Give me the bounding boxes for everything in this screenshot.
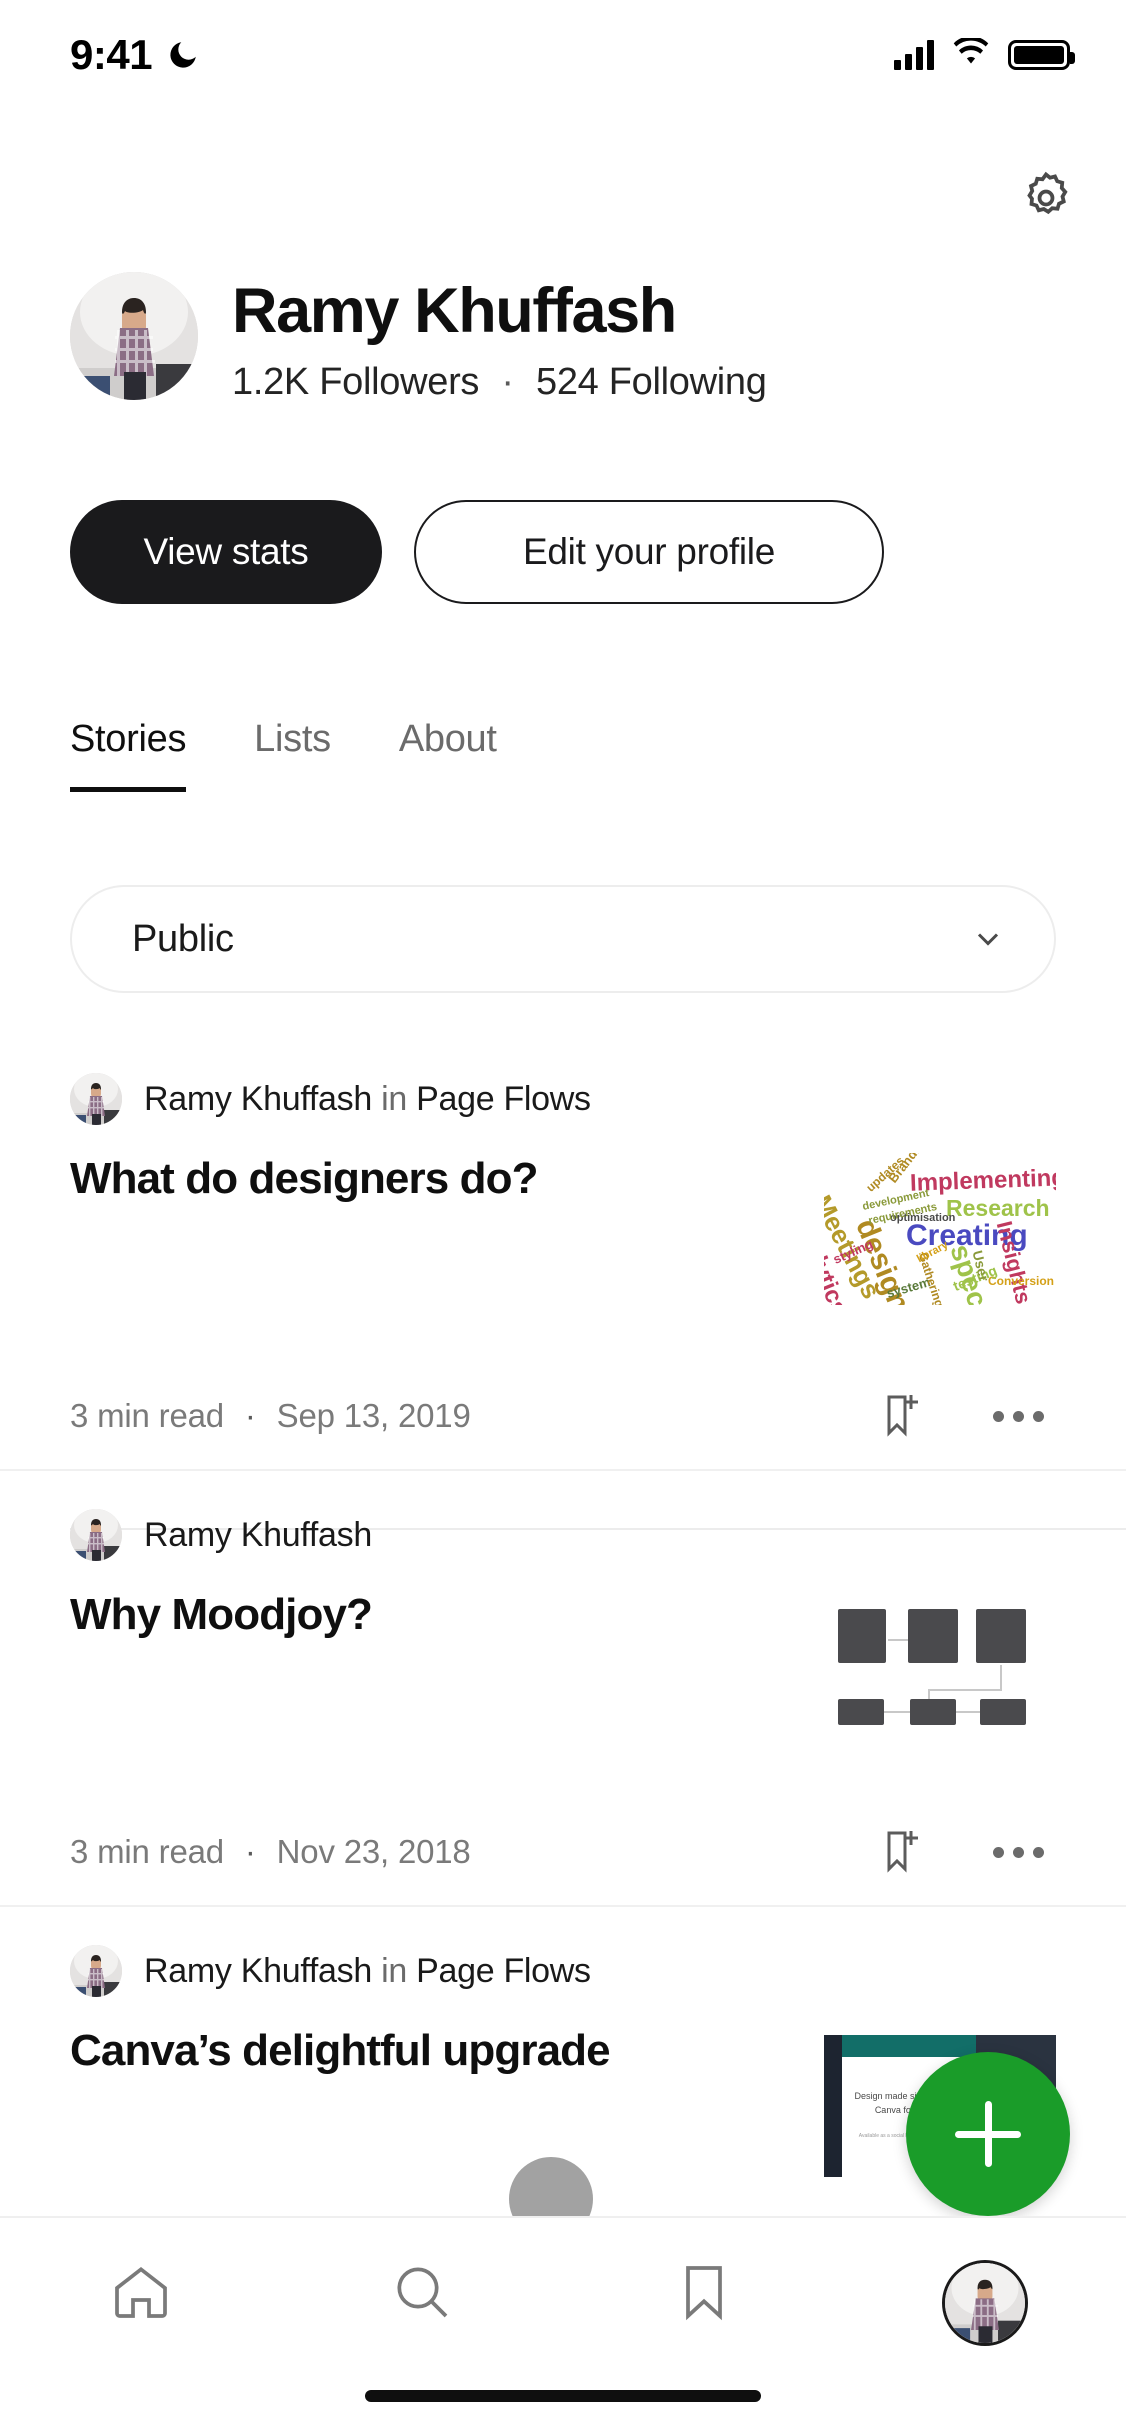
status-bar-right: [894, 35, 1075, 73]
byline-in: in: [371, 1951, 417, 1990]
profile-actions: View stats Edit your profile: [70, 500, 884, 604]
bookmark-icon: [685, 2266, 722, 2321]
story-meta: 3 min read · Sep 13, 2019: [70, 1397, 471, 1435]
edit-profile-button[interactable]: Edit your profile: [414, 500, 884, 604]
more-horizontal-icon[interactable]: [993, 1410, 1044, 1422]
story-author: Ramy Khuffash: [144, 1951, 372, 1990]
crescent-moon-icon: [166, 38, 200, 72]
story-thumbnail: Implementing Research Creating Meetings …: [824, 1153, 1056, 1305]
status-bar-left: 9:41: [70, 31, 200, 79]
battery-full-icon: [1008, 40, 1075, 70]
byline-label: Ramy Khuffash in Page Flows: [144, 1080, 591, 1119]
author-avatar[interactable]: [70, 1073, 122, 1125]
word-cloud-image: Implementing Research Creating Meetings …: [824, 1153, 1056, 1305]
phone-screen: 9:41 Ramy Khuffash 1.2K Followers · 524 …: [0, 0, 1126, 2436]
status-bar: 9:41: [0, 0, 1126, 110]
read-time: 3 min read: [70, 1833, 224, 1870]
bookmark-add-icon[interactable]: [881, 1391, 927, 1441]
following-count[interactable]: 524 Following: [536, 361, 767, 403]
meta-separator: ·: [244, 1397, 256, 1434]
stories-list: Ramy Khuffash in Page Flows What do desi…: [0, 1035, 1126, 2205]
author-avatar[interactable]: [70, 1945, 122, 1997]
author-avatar[interactable]: [70, 1509, 122, 1561]
view-stats-button[interactable]: View stats: [70, 500, 382, 604]
read-time: 3 min read: [70, 1397, 224, 1434]
tab-lists[interactable]: Lists: [254, 718, 331, 792]
story-thumbnail: [824, 1589, 1056, 1741]
wc-word: Research: [946, 1195, 1050, 1221]
tab-stories[interactable]: Stories: [70, 718, 186, 792]
page-title: Ramy Khuffash: [232, 276, 677, 346]
story-date: Sep 13, 2019: [276, 1397, 471, 1434]
home-icon: [114, 2266, 167, 2318]
story-publication[interactable]: Page Flows: [416, 1080, 591, 1118]
home-indicator: [365, 2390, 761, 2402]
bookmark-add-icon[interactable]: [881, 1827, 927, 1877]
story-title[interactable]: Why Moodjoy?: [70, 1589, 784, 1642]
story-publication[interactable]: Page Flows: [416, 1952, 591, 1990]
nav-item-search[interactable]: [342, 2260, 502, 2324]
plus-icon-vertical: [984, 2101, 992, 2167]
nav-item-home[interactable]: [61, 2260, 221, 2324]
profile-stats: 1.2K Followers · 524 Following: [232, 361, 767, 404]
story-byline: Ramy Khuffash: [70, 1509, 1056, 1561]
profile-avatar-icon: [942, 2260, 1029, 2346]
byline-label: Ramy Khuffash: [144, 1516, 372, 1555]
story-author: Ramy Khuffash: [144, 1079, 372, 1118]
wc-word: Implementing: [909, 1164, 1056, 1197]
story-byline: Ramy Khuffash in Page Flows: [70, 1073, 1056, 1125]
status-time: 9:41: [70, 31, 153, 78]
avatar[interactable]: [70, 272, 198, 400]
story-card[interactable]: Ramy Khuffash in Page Flows What do desi…: [0, 1035, 1126, 1471]
visibility-filter-select[interactable]: Public: [70, 885, 1056, 993]
nav-item-profile[interactable]: [905, 2260, 1065, 2346]
byline-in: in: [371, 1079, 417, 1118]
story-date: Nov 23, 2018: [276, 1833, 471, 1870]
create-story-fab[interactable]: [906, 2052, 1070, 2216]
visibility-filter-value: Public: [132, 917, 234, 960]
stats-separator: ·: [501, 360, 514, 403]
cellular-signal-icon: [894, 40, 934, 70]
bottom-navigation: [0, 2216, 1126, 2436]
story-card[interactable]: Ramy Khuffash Why Moodjoy? 3 min read · …: [0, 1471, 1126, 1907]
settings-button[interactable]: [1016, 168, 1076, 228]
story-author: Ramy Khuffash: [144, 1515, 372, 1554]
flow-diagram-image: [824, 1589, 1056, 1741]
wc-word: Insights: [991, 1218, 1037, 1305]
story-meta: 3 min read · Nov 23, 2018: [70, 1833, 471, 1871]
story-title[interactable]: Canva’s delightful upgrade: [70, 2025, 784, 2078]
nav-item-bookmarks[interactable]: [624, 2260, 784, 2324]
gear-icon[interactable]: [1016, 168, 1076, 228]
profile-tabs: Stories Lists About: [70, 718, 1126, 1530]
wifi-icon: [952, 35, 990, 73]
tab-about[interactable]: About: [399, 718, 497, 792]
meta-separator: ·: [244, 1833, 256, 1870]
chevron-down-icon: [977, 933, 999, 946]
profile-header: Ramy Khuffash 1.2K Followers · 524 Follo…: [70, 272, 1056, 404]
search-icon: [397, 2267, 448, 2318]
story-title[interactable]: What do designers do?: [70, 1153, 784, 1206]
story-byline: Ramy Khuffash in Page Flows: [70, 1945, 1056, 1997]
more-horizontal-icon[interactable]: [993, 1846, 1044, 1858]
followers-count[interactable]: 1.2K Followers: [232, 361, 479, 403]
byline-label: Ramy Khuffash in Page Flows: [144, 1952, 591, 1991]
